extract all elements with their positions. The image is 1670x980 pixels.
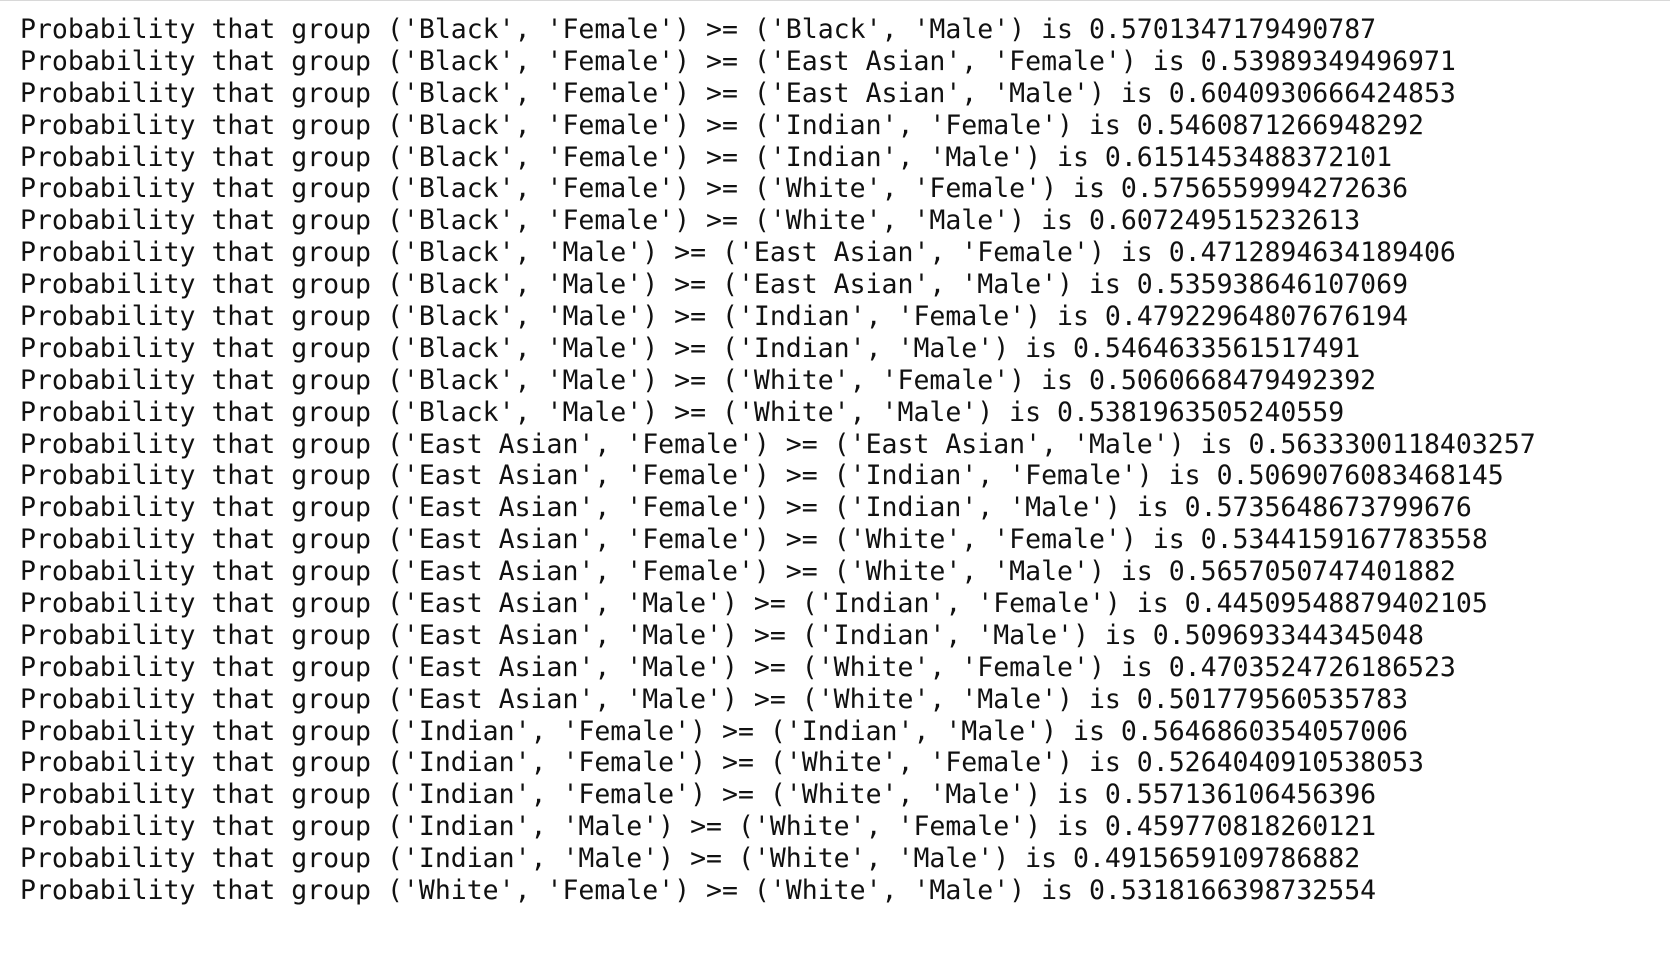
output-line: Probability that group ('Black', 'Female… [20, 141, 1393, 173]
output-line: Probability that group ('East Asian', 'M… [20, 588, 1488, 620]
output-line: Probability that group ('East Asian', 'F… [20, 524, 1488, 556]
output-line: Probability that group ('East Asian', 'F… [20, 492, 1472, 524]
cell-output-text[interactable]: Probability that group ('Black', 'Female… [20, 14, 1536, 907]
output-line: Probability that group ('Black', 'Male')… [20, 364, 1377, 396]
output-line: Probability that group ('Indian', 'Femal… [20, 715, 1409, 747]
output-line: Probability that group ('Black', 'Male')… [20, 301, 1409, 333]
output-line: Probability that group ('East Asian', 'F… [20, 428, 1536, 460]
output-line: Probability that group ('Black', 'Female… [20, 173, 1409, 205]
output-line: Probability that group ('Black', 'Female… [20, 77, 1456, 109]
output-line: Probability that group ('Black', 'Male')… [20, 396, 1345, 428]
output-line: Probability that group ('Indian', 'Femal… [20, 747, 1424, 779]
output-area-top-border [0, 0, 1670, 1]
output-line: Probability that group ('Black', 'Female… [20, 205, 1361, 237]
output-line: Probability that group ('Black', 'Female… [20, 109, 1424, 141]
output-line: Probability that group ('East Asian', 'M… [20, 619, 1424, 651]
output-line: Probability that group ('White', 'Female… [20, 875, 1377, 907]
output-line: Probability that group ('Black', 'Male')… [20, 332, 1361, 364]
output-line: Probability that group ('East Asian', 'M… [20, 683, 1409, 715]
output-line: Probability that group ('Black', 'Female… [20, 14, 1377, 45]
output-line: Probability that group ('East Asian', 'M… [20, 651, 1456, 683]
output-line: Probability that group ('Black', 'Female… [20, 45, 1456, 77]
output-line: Probability that group ('East Asian', 'F… [20, 556, 1456, 588]
output-line: Probability that group ('Indian', 'Male'… [20, 843, 1361, 875]
output-line: Probability that group ('Black', 'Male')… [20, 237, 1456, 269]
output-line: Probability that group ('Indian', 'Femal… [20, 779, 1377, 811]
output-line: Probability that group ('Indian', 'Male'… [20, 811, 1377, 843]
output-line: Probability that group ('Black', 'Male')… [20, 269, 1409, 301]
output-line: Probability that group ('East Asian', 'F… [20, 460, 1504, 492]
